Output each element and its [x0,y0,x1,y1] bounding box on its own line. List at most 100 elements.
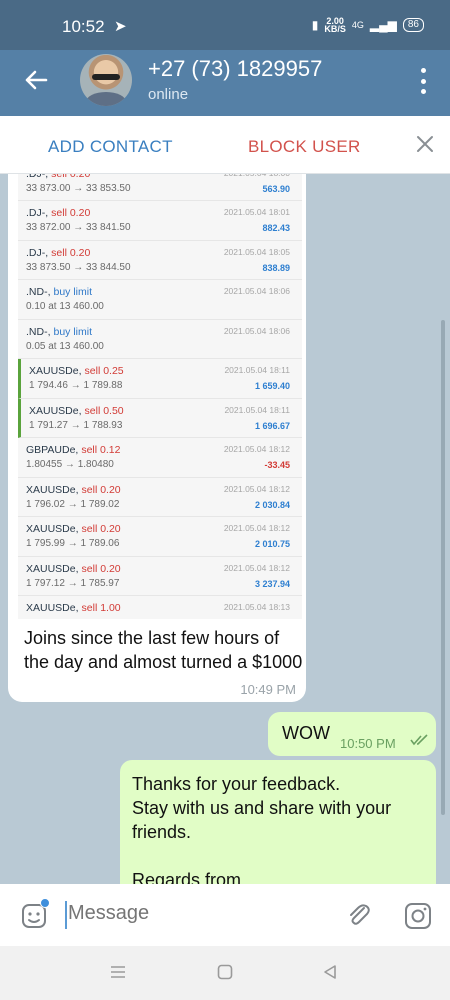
trade-date: 2021.05.04 18:06 [223,286,290,296]
trade-action: sell 1.00 [81,602,121,614]
status-time: 10:52 [62,17,105,36]
notification-dot [40,898,50,908]
trade-prices: 33 873.00 → 33 853.50 [26,183,131,194]
trade-row: XAUUSDe, sell 0.20 1 796.02 → 1 789.02 2021… [18,477,302,517]
trade-row: .DJ-,sell 0.20 33 873.00 → 33 853.50 2021.… [18,174,302,201]
trade-symbol: .DJ-, sell 0.20 [26,207,91,219]
trade-profit: -33.45 [264,460,290,470]
trade-prices: 0.05 at 13 460.00 [26,340,104,352]
outgoing-message-time: 10:50 PM [340,736,396,751]
trade-action: buy limit [53,325,93,338]
status-indicators: ▮ 2.00 KB/S 4G ▂▄▆ 86 [311,17,424,34]
trade-action: sell 0.20 [81,523,121,535]
trade-action: sell 0.50 [84,404,124,417]
trade-date: 2021.05.04 18:00 [224,174,290,178]
home-icon[interactable] [217,964,233,980]
battery-icon: 86 [402,18,424,32]
chat-title[interactable]: +27 (73) 1829957 [148,56,322,82]
trade-date: 2021.05.04 18:01 [223,207,290,217]
trade-prices: 1.80455 → 1.80480 [26,459,114,470]
trade-action: sell 0.20 [51,174,91,180]
trade-date: 2021.05.04 18:13 [223,602,290,612]
trade-date: 2021.05.04 18:12 [223,444,290,454]
trade-action: sell 0.12 [81,444,121,456]
trade-row: XAUUSDe, sell 0.50 1 791.27 → 1 788.93 2021… [18,398,302,438]
chat-area[interactable]: .DJ-,sell 0.20 33 873.00 → 33 853.50 2021.… [0,174,450,884]
recents-menu-icon[interactable] [110,964,126,980]
double-check-icon [410,734,428,746]
trade-row: XAUUSDe, sell 0.25 1 794.46 → 1 789.88 2021… [18,359,302,399]
chat-scrollbar[interactable] [441,320,445,815]
trade-prices: 0.10 at 13 460.00 [26,301,104,312]
trade-prices: 1 791.27 → 1 788.93 [29,419,123,431]
trade-prices: 1 797.12 → 1 785.97 [26,577,120,589]
trade-action: sell 0.25 [84,365,124,377]
outgoing-message[interactable]: WOW 10:50 PM [268,712,436,756]
trade-row: XAUUSDe, sell 0.20 1 797.12 → 1 785.97 2021… [18,556,302,596]
system-nav-bar [0,946,450,1000]
text-cursor [65,901,67,929]
trade-prices: 1 795.99 → 1 789.06 [26,538,120,549]
network-speed: 2.00 KB/S [324,17,346,34]
add-contact-button[interactable]: ADD CONTACT [48,137,173,157]
contact-action-bar: ADD CONTACT BLOCK USER [0,116,450,174]
trade-prices: 33 873.50 → 33 844.50 [26,261,131,273]
trade-prices: 1 796.02 → 1 789.02 [26,498,120,510]
trade-symbol: XAUUSDe, sell 1.00 [26,602,121,614]
telegram-send-icon: ➤ [114,18,127,35]
trade-profit: 563.90 [262,184,290,194]
trade-symbol: XAUUSDe, sell 0.25 [29,365,124,377]
trade-date: 2021.05.04 18:11 [224,365,290,375]
trade-date: 2021.05.04 18:12 [223,523,290,533]
close-icon[interactable] [414,133,436,155]
avatar-shirt [86,92,126,106]
trade-profit: 882.43 [262,223,290,233]
trade-symbol: .DJ-, sell 0.20 [26,246,91,259]
trade-prices: 33 872.00 → 33 841.50 [26,222,131,233]
trade-symbol: XAUUSDe, sell 0.50 [29,404,124,417]
trade-action: sell 0.20 [51,246,91,259]
signal-icon: ▂▄▆ [369,18,397,32]
message-input[interactable] [68,902,318,925]
trade-action: sell 0.20 [51,207,91,219]
trade-row: .DJ-, sell 0.20 33 873.50 → 33 844.50 2021.… [18,240,302,280]
trade-symbol: .DJ-, sell 0.20 [26,174,90,180]
back-arrow-icon[interactable] [20,64,52,96]
trade-row: .ND-, buy limit 0.10 at 13 460.00 2021.05.0… [18,280,302,320]
block-user-button[interactable]: BLOCK USER [248,137,361,157]
trade-profit: 1 696.67 [254,420,290,431]
trade-action: sell 0.20 [81,562,121,575]
trade-profit: 838.89 [262,262,290,273]
trade-date: 2021.05.04 18:11 [224,404,290,415]
trade-action: sell 0.20 [81,483,121,496]
avatar[interactable] [80,54,132,106]
trade-symbol: .ND-, buy limit [26,286,93,298]
trade-row: XAUUSDe, sell 1.00 2021.05.04 18:13 [18,596,302,619]
trade-row: XAUUSDe, sell 0.20 1 795.99 → 1 789.06 2021… [18,517,302,557]
incoming-message-text: Joins since the last few hours of the da… [24,628,303,672]
nav-back-icon[interactable] [322,964,338,980]
attach-paperclip-icon[interactable] [344,900,374,930]
camera-icon[interactable] [403,901,433,931]
trade-date: 2021.05.04 18:12 [223,562,290,573]
trade-date: 2021.05.04 18:05 [223,246,290,257]
network-type: 4G [351,20,364,30]
trade-row: .DJ-, sell 0.20 33 872.00 → 33 841.50 2021.… [18,201,302,241]
trade-profit: 2 030.84 [254,499,290,510]
trade-prices: 1 794.46 → 1 789.88 [29,380,123,391]
speed-unit: KB/S [324,24,346,34]
trade-symbol: GBPAUDe, sell 0.12 [26,444,121,456]
outgoing-message[interactable]: Thanks for your feedback. Stay with us a… [120,760,436,884]
trade-symbol: XAUUSDe, sell 0.20 [26,483,121,496]
trade-profit: 1 659.40 [254,381,290,391]
avatar-glasses [92,74,120,80]
status-bar: 10:52 ➤ ▮ 2.00 KB/S 4G ▂▄▆ 86 [0,0,450,50]
vibrate-icon: ▮ [311,18,319,32]
trade-screenshot[interactable]: .DJ-,sell 0.20 33 873.00 → 33 853.50 2021.… [18,174,302,619]
incoming-message[interactable]: .DJ-,sell 0.20 33 873.00 → 33 853.50 2021.… [8,174,306,702]
trade-action: buy limit [53,286,93,298]
trade-date: 2021.05.04 18:12 [223,483,290,494]
more-options-icon[interactable] [420,68,426,94]
chat-status: online [148,86,189,103]
trade-profit: 3 237.94 [254,578,290,589]
